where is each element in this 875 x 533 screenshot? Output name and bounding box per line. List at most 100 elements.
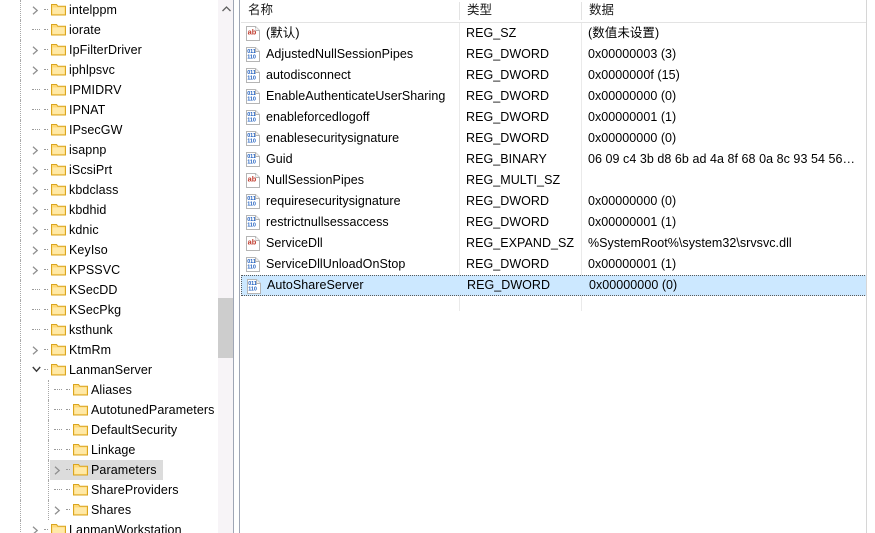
tree-item-row[interactable]: iScsiPrt (28, 160, 118, 180)
tree-item-shares[interactable]: Shares (0, 500, 216, 520)
tree-indent (0, 360, 28, 380)
tree-item-autotunedparameters[interactable]: AutotunedParameters (0, 400, 216, 420)
tree-item-ipmidrv[interactable]: IPMIDRV (0, 80, 216, 100)
table-row[interactable]: abServiceDllREG_EXPAND_SZ%SystemRoot%\sy… (241, 233, 867, 254)
expand-toggle[interactable] (28, 200, 44, 220)
expand-toggle[interactable] (28, 40, 44, 60)
column-header-type[interactable]: 类型 (460, 0, 581, 22)
tree-item-label: iphlpsvc (66, 60, 115, 80)
tree-item-row[interactable]: ksthunk (28, 320, 119, 340)
tree-item-row[interactable]: kbdclass (28, 180, 124, 200)
table-row[interactable]: 011110enableforcedlogoffREG_DWORD0x00000… (241, 107, 867, 128)
tree-item-row[interactable]: IPMIDRV (28, 80, 128, 100)
tree-item-row[interactable]: IPsecGW (28, 120, 128, 140)
table-row[interactable]: 011110autodisconnectREG_DWORD0x0000000f … (241, 65, 867, 86)
pane-splitter[interactable] (233, 0, 240, 533)
tree-item-aliases[interactable]: Aliases (0, 380, 216, 400)
expand-toggle[interactable] (28, 140, 44, 160)
tree-item-row[interactable]: DefaultSecurity (50, 420, 183, 440)
registry-values-list[interactable]: ab(默认)REG_SZ(数值未设置)011110AdjustedNullSes… (241, 23, 867, 533)
tree-item-parameters[interactable]: Parameters (0, 460, 216, 480)
expand-toggle[interactable] (28, 0, 44, 20)
tree-item-iorate[interactable]: iorate (0, 20, 216, 40)
table-row[interactable]: abNullSessionPipesREG_MULTI_SZ (241, 170, 867, 191)
tree-item-row[interactable]: KeyIso (28, 240, 114, 260)
tree-item-row[interactable]: KtmRm (28, 340, 117, 360)
tree-item-iphlpsvc[interactable]: iphlpsvc (0, 60, 216, 80)
tree-item-ipnat[interactable]: IPNAT (0, 100, 216, 120)
tree-item-row[interactable]: KPSSVC (28, 260, 126, 280)
tree-item-row[interactable]: LanmanWorkstation (28, 520, 188, 533)
tree-item-ktmrm[interactable]: KtmRm (0, 340, 216, 360)
tree-item-row[interactable]: kdnic (28, 220, 105, 240)
tree-item-iscsiprt[interactable]: iScsiPrt (0, 160, 216, 180)
table-row[interactable]: 011110ServiceDllUnloadOnStopREG_DWORD0x0… (241, 254, 867, 275)
svg-text:110: 110 (247, 117, 256, 123)
table-row[interactable]: 011110AdjustedNullSessionPipesREG_DWORD0… (241, 44, 867, 65)
tree-item-row[interactable]: intelppm (28, 0, 123, 20)
table-row[interactable]: ab(默认)REG_SZ(数值未设置) (241, 23, 867, 44)
tree-item-ipfilterdriver[interactable]: IpFilterDriver (0, 40, 216, 60)
table-row[interactable]: 011110requiresecuritysignatureREG_DWORD0… (241, 191, 867, 212)
cell-value-name: abServiceDll (241, 233, 459, 254)
expand-toggle[interactable] (50, 460, 66, 480)
tree-item-lanmanserver[interactable]: LanmanServer (0, 360, 216, 380)
dword-value-icon: 011110 (246, 128, 262, 149)
tree-item-ksthunk[interactable]: ksthunk (0, 320, 216, 340)
table-row[interactable]: 011110AutoShareServerREG_DWORD0x00000000… (241, 275, 867, 296)
tree-item-ksecpkg[interactable]: KSecPkg (0, 300, 216, 320)
tree-item-row[interactable]: ShareProviders (50, 480, 185, 500)
expand-toggle[interactable] (28, 340, 44, 360)
registry-tree-scroll-area[interactable]: intelppmiorateIpFilterDriveriphlpsvcIPMI… (0, 0, 216, 533)
tree-item-row[interactable]: Parameters (50, 460, 163, 480)
expand-toggle[interactable] (28, 240, 44, 260)
tree-item-row[interactable]: AutotunedParameters (50, 400, 216, 420)
expand-toggle[interactable] (50, 500, 66, 520)
cell-value-name: 011110autodisconnect (241, 65, 459, 86)
tree-item-row[interactable]: KSecPkg (28, 300, 127, 320)
tree-guide-line (20, 400, 22, 420)
expand-toggle[interactable] (28, 220, 44, 240)
tree-item-row[interactable]: LanmanServer (28, 360, 158, 380)
expand-toggle[interactable] (28, 520, 44, 533)
tree-item-row[interactable]: iorate (28, 20, 107, 40)
table-row[interactable]: 011110GuidREG_BINARY06 09 c4 3b d8 6b ad… (241, 149, 867, 170)
tree-item-row[interactable]: KSecDD (28, 280, 124, 300)
column-header-data[interactable]: 数据 (582, 0, 867, 22)
tree-item-linkage[interactable]: Linkage (0, 440, 216, 460)
tree-item-row[interactable]: IPNAT (28, 100, 111, 120)
expand-toggle[interactable] (28, 160, 44, 180)
tree-item-ksecdd[interactable]: KSecDD (0, 280, 216, 300)
tree-item-row[interactable]: iphlpsvc (28, 60, 121, 80)
tree-item-row[interactable]: isapnp (28, 140, 112, 160)
tree-item-intelppm[interactable]: intelppm (0, 0, 216, 20)
tree-item-row[interactable]: IpFilterDriver (28, 40, 148, 60)
table-row[interactable]: 011110EnableAuthenticateUserSharingREG_D… (241, 86, 867, 107)
tree-vertical-scrollbar[interactable] (217, 0, 233, 533)
tree-item-isapnp[interactable]: isapnp (0, 140, 216, 160)
collapse-toggle[interactable] (28, 360, 44, 380)
scrollbar-thumb[interactable] (218, 298, 233, 358)
table-row[interactable]: 011110enablesecuritysignatureREG_DWORD0x… (241, 128, 867, 149)
tree-item-ipsecgw[interactable]: IPsecGW (0, 120, 216, 140)
tree-item-row[interactable]: Aliases (50, 380, 138, 400)
tree-item-kpssvc[interactable]: KPSSVC (0, 260, 216, 280)
chevron-right-icon (32, 346, 39, 355)
tree-item-kbdclass[interactable]: kbdclass (0, 180, 216, 200)
tree-item-lanmanworkstation[interactable]: LanmanWorkstation (0, 520, 216, 533)
tree-item-shareproviders[interactable]: ShareProviders (0, 480, 216, 500)
column-header-name[interactable]: 名称 (241, 0, 459, 22)
tree-item-row[interactable]: Linkage (50, 440, 142, 460)
tree-item-label: LanmanServer (66, 360, 152, 380)
scroll-up-button[interactable] (218, 0, 233, 17)
tree-item-keyiso[interactable]: KeyIso (0, 240, 216, 260)
tree-item-defaultsecurity[interactable]: DefaultSecurity (0, 420, 216, 440)
tree-item-row[interactable]: Shares (50, 500, 137, 520)
expand-toggle[interactable] (28, 60, 44, 80)
table-row[interactable]: 011110restrictnullsessaccessREG_DWORD0x0… (241, 212, 867, 233)
expand-toggle[interactable] (28, 180, 44, 200)
expand-toggle[interactable] (28, 260, 44, 280)
tree-item-row[interactable]: kbdhid (28, 200, 112, 220)
tree-item-kbdhid[interactable]: kbdhid (0, 200, 216, 220)
tree-item-kdnic[interactable]: kdnic (0, 220, 216, 240)
